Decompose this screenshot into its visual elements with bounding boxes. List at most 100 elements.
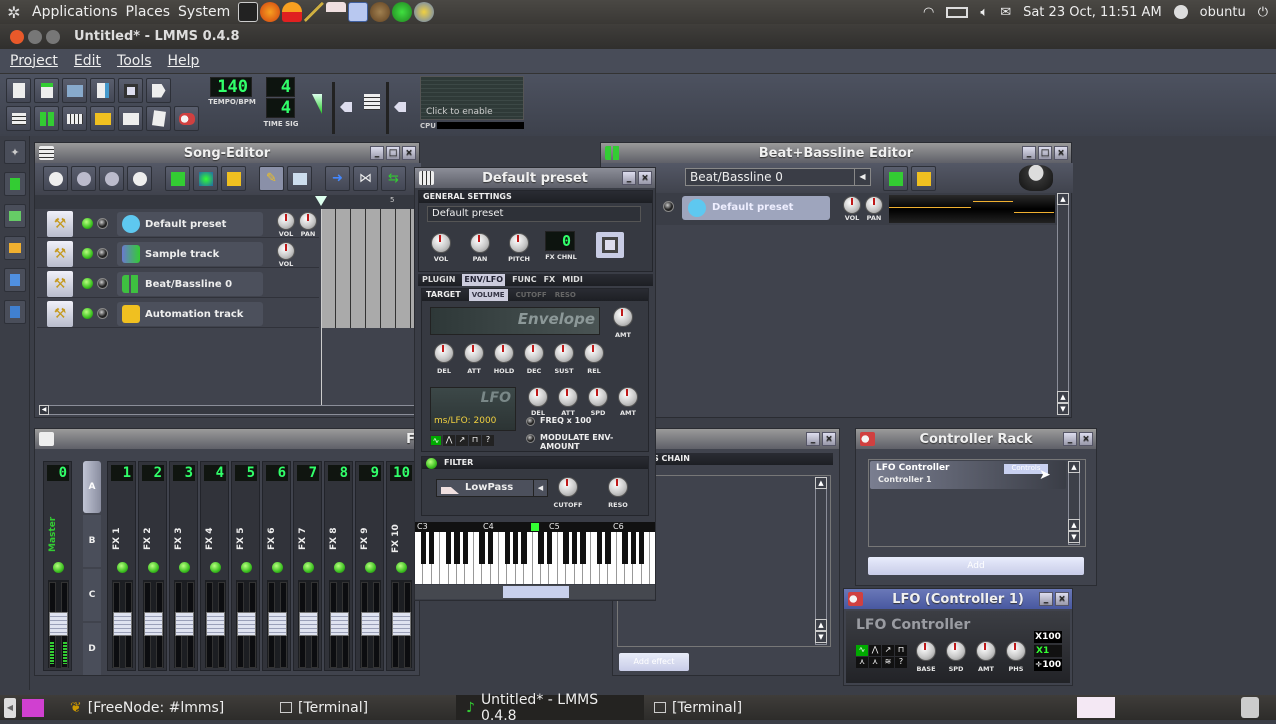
maximize-button[interactable]: □ [386, 146, 400, 160]
lfo-controller-titlebar[interactable]: LFO (Controller 1) _ × [844, 589, 1072, 609]
target-volume[interactable]: VOLUME [468, 289, 508, 301]
menu-help[interactable]: Help [168, 53, 200, 69]
track-mute-led[interactable] [82, 278, 93, 289]
triangle-wave-icon[interactable]: ⋀ [443, 435, 455, 446]
sine-wave-icon[interactable]: ∿ [856, 645, 868, 656]
multiplier-x100[interactable]: X100 [1034, 631, 1062, 643]
tab-env-lfo[interactable]: ENV/LFO [462, 274, 506, 286]
dock-root-directory[interactable] [4, 300, 26, 324]
vlc-icon[interactable] [282, 2, 303, 22]
channel-mute-led[interactable] [210, 562, 221, 573]
minimize-window-button[interactable] [28, 29, 42, 44]
user-status-icon[interactable] [1173, 5, 1188, 19]
track-actions-button[interactable]: ⚒ [47, 211, 73, 237]
close-button[interactable]: × [1055, 592, 1069, 606]
channel-fader[interactable] [268, 612, 287, 636]
sine-wave-icon[interactable]: ∿ [430, 435, 442, 446]
reso-knob[interactable] [608, 477, 628, 497]
oscilloscope[interactable]: Click to enable [420, 76, 524, 120]
timeline[interactable]: 5 [35, 195, 421, 209]
channel-mute-led[interactable] [148, 562, 159, 573]
pattern-grid[interactable] [321, 209, 415, 328]
channel-fader[interactable] [49, 612, 68, 636]
tab-plugin[interactable]: PLUGIN [422, 274, 455, 286]
workspace-switcher-icon[interactable] [22, 698, 44, 717]
saw-wave-icon[interactable]: ↗ [456, 435, 468, 446]
track-vol-knob[interactable] [277, 242, 295, 260]
black-key[interactable] [462, 532, 468, 564]
freq-x100-toggle[interactable] [526, 417, 535, 426]
scroll-up-icon[interactable]: ▲ [1057, 193, 1069, 205]
master-volume-handle[interactable] [340, 102, 352, 112]
channel-fader[interactable] [206, 612, 225, 636]
automation-editor-toggle[interactable] [90, 106, 115, 131]
beat-bassline-toggle[interactable] [34, 106, 59, 131]
song-horizontal-scrollbar[interactable]: ◀ [39, 405, 417, 415]
controller-rack-toggle[interactable] [174, 106, 199, 131]
tab-func[interactable]: FUNC [512, 274, 537, 286]
bb-selector-dropdown[interactable]: Beat/Bassline 0 ◀ [685, 168, 871, 186]
firefox-icon[interactable] [260, 2, 281, 22]
battery-icon[interactable] [946, 6, 969, 18]
new-from-template-button[interactable] [34, 78, 59, 103]
black-key[interactable] [454, 532, 460, 564]
add-automation-track-button[interactable] [221, 166, 246, 191]
tab-fx[interactable]: FX [544, 274, 556, 286]
scroll-up-icon[interactable]: ▲ [1057, 391, 1069, 403]
add-beat-bassline-button[interactable] [883, 166, 908, 191]
lfo-knob[interactable] [618, 387, 638, 407]
black-key[interactable] [596, 532, 603, 564]
scroll-left-icon[interactable]: ◀ [39, 405, 49, 415]
volume-icon[interactable]: 🔈︎ [980, 5, 988, 20]
user-wave-icon[interactable]: ? [895, 657, 907, 668]
vol-knob[interactable] [431, 233, 451, 253]
white-key[interactable] [650, 532, 655, 584]
env-knob[interactable] [584, 343, 604, 363]
lfo-speed-knob[interactable] [946, 641, 966, 661]
target-reso[interactable]: RESO [555, 289, 576, 301]
black-key[interactable] [538, 532, 544, 564]
black-key[interactable] [638, 532, 645, 564]
open-project-button[interactable] [62, 78, 87, 103]
track-pan-knob[interactable] [299, 212, 317, 230]
track-actions-button[interactable]: ⚒ [47, 241, 73, 267]
master-volume-slider[interactable] [332, 82, 335, 134]
scroll-up-icon[interactable]: ▲ [815, 619, 827, 631]
task-terminal-2[interactable]: [Terminal] [644, 695, 830, 720]
song-editor-toggle[interactable] [6, 106, 31, 131]
show-desktop-button[interactable]: ◀ [4, 697, 16, 718]
maximize-button[interactable]: □ [1038, 146, 1052, 160]
cutoff-knob[interactable] [558, 477, 578, 497]
track-name-button[interactable]: Automation track [117, 302, 263, 326]
close-button[interactable]: × [822, 432, 836, 446]
saw-wave-icon[interactable]: ↗ [882, 645, 894, 656]
close-button[interactable]: × [638, 171, 652, 185]
triangle-wave-icon[interactable]: ⋀ [869, 645, 881, 656]
channel-fader[interactable] [175, 612, 194, 636]
controller-item[interactable]: LFO Controller Controller 1 Controls [870, 461, 1066, 489]
piano-roll-toggle[interactable] [62, 106, 87, 131]
track-vol-knob[interactable] [277, 212, 295, 230]
minimize-button[interactable]: _ [370, 146, 384, 160]
new-project-button[interactable] [6, 78, 31, 103]
channel-mute-led[interactable] [334, 562, 345, 573]
track-mute-led[interactable] [82, 248, 93, 259]
black-key[interactable] [563, 532, 569, 564]
env-knob[interactable] [434, 343, 454, 363]
lfo-knob[interactable] [528, 387, 548, 407]
scroll-down-icon[interactable]: ▼ [815, 631, 827, 643]
lfo-knob[interactable] [558, 387, 578, 407]
black-key[interactable] [546, 532, 552, 564]
multiplier-div100[interactable]: ÷100 [1034, 659, 1062, 671]
track-mute-led[interactable] [82, 308, 93, 319]
channel-mute-led[interactable] [53, 562, 64, 573]
filter-type-dropdown[interactable]: LowPass ◀ [436, 479, 548, 497]
menu-places[interactable]: Places [126, 4, 171, 20]
playhead-icon[interactable] [315, 196, 327, 206]
channel-fader[interactable] [392, 612, 411, 636]
lmms-icon[interactable] [392, 2, 413, 22]
track-name-button[interactable]: Default preset [682, 196, 830, 220]
wifi-icon[interactable]: ◠ [923, 5, 934, 20]
mail-icon[interactable]: ✉ [1000, 5, 1011, 20]
track-solo-led[interactable] [97, 278, 108, 289]
